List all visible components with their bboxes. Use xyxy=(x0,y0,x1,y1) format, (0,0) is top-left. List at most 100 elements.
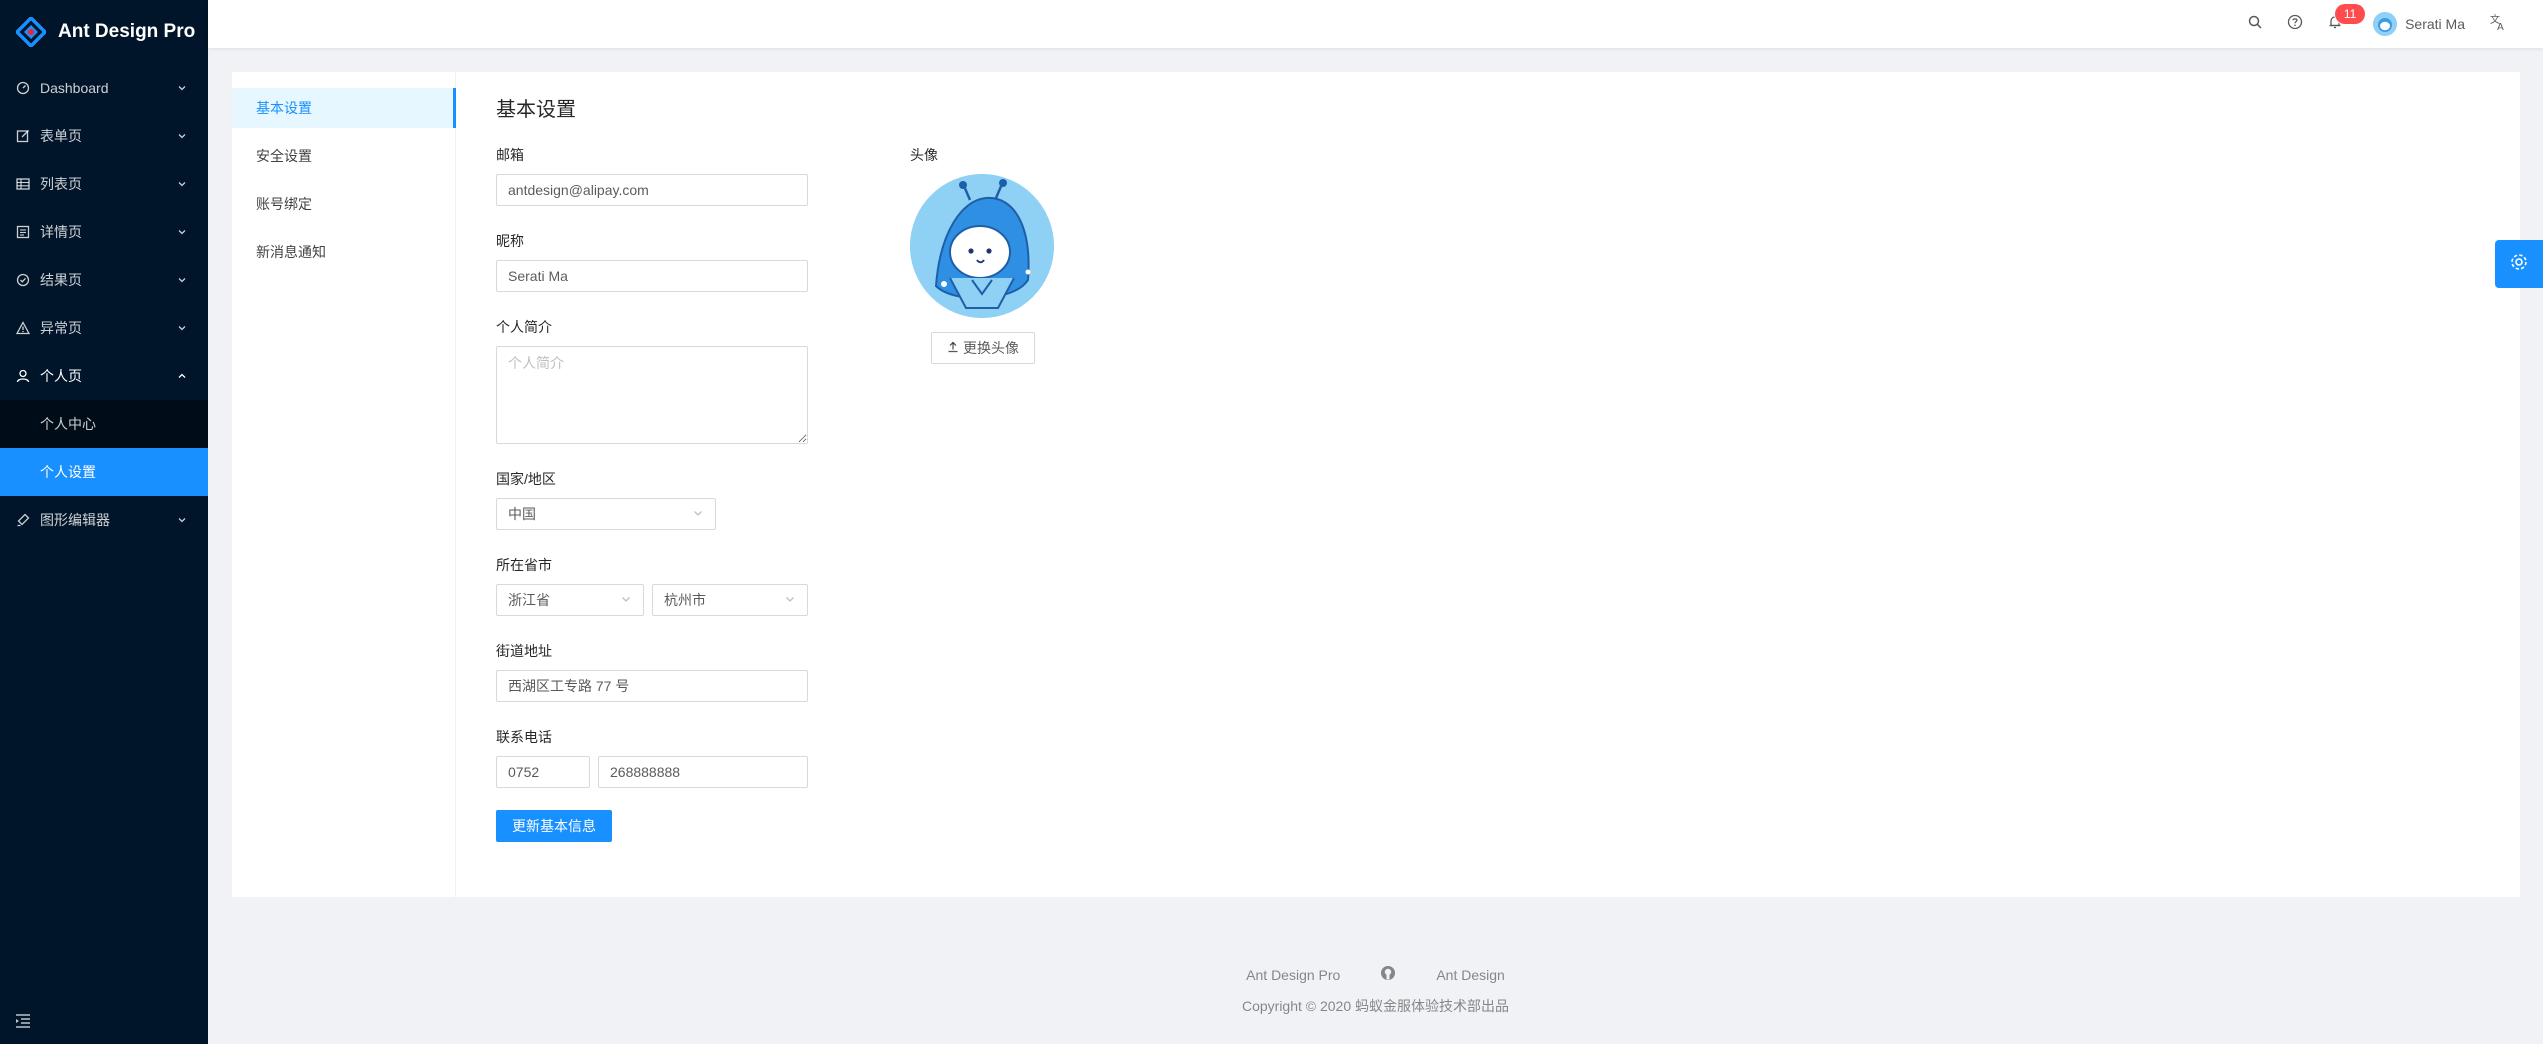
sidebar-item-label: 详情页 xyxy=(40,224,82,240)
change-avatar-button[interactable]: 更换头像 xyxy=(931,332,1035,364)
form-group-bio: 个人简介 xyxy=(496,316,808,444)
sidebar-item-editor[interactable]: 图形编辑器 xyxy=(0,496,208,544)
github-icon[interactable] xyxy=(1380,965,1396,984)
email-field[interactable]: antdesign@alipay.com xyxy=(496,174,808,206)
address-field[interactable]: 西湖区工专路 77 号 xyxy=(496,670,808,702)
sidebar-item-account-settings[interactable]: 个人设置 xyxy=(0,448,208,496)
sidebar-item-label: 个人设置 xyxy=(40,464,96,480)
province-select[interactable]: 浙江省 xyxy=(496,584,644,616)
phone-area-field[interactable]: 0752 xyxy=(496,756,590,788)
translation-icon[interactable]: 文A xyxy=(2489,13,2507,36)
avatar xyxy=(2373,12,2398,36)
header-notifications[interactable]: 11 xyxy=(2315,0,2366,48)
question-circle-icon[interactable] xyxy=(2287,14,2303,35)
user-icon xyxy=(16,369,30,383)
warning-icon xyxy=(16,321,30,335)
phone-label: 联系电话 xyxy=(496,729,552,745)
footer-link-pro[interactable]: Ant Design Pro xyxy=(1246,967,1340,983)
chevron-down-icon xyxy=(176,82,188,94)
chevron-down-icon xyxy=(620,589,632,611)
sidebar-item-exception[interactable]: 异常页 xyxy=(0,304,208,352)
check-circle-icon xyxy=(16,273,30,287)
country-label: 国家/地区 xyxy=(496,471,556,487)
search-icon[interactable] xyxy=(2247,14,2263,35)
sidebar-item-label: 个人中心 xyxy=(40,416,96,432)
settings-menu-item-binding[interactable]: 账号绑定 xyxy=(232,184,455,224)
form-icon xyxy=(16,129,30,143)
sidebar-item-label: 列表页 xyxy=(40,176,82,192)
phone-number-field[interactable]: 268888888 xyxy=(598,756,808,788)
sidebar-item-profile[interactable]: 详情页 xyxy=(0,208,208,256)
avatar-image xyxy=(910,174,1054,318)
settings-menu: 基本设置 安全设置 账号绑定 新消息通知 xyxy=(232,72,456,897)
chevron-down-icon xyxy=(176,274,188,286)
city-select-value: 杭州市 xyxy=(664,592,706,608)
sidebar-item-label: 表单页 xyxy=(40,128,82,144)
base-settings-form: 邮箱 antdesign@alipay.com 昵称 Serati Ma 个人简… xyxy=(496,144,808,842)
chevron-down-icon xyxy=(176,130,188,142)
form-group-province: 所在省市 浙江省 杭州市 xyxy=(496,554,808,616)
chevron-down-icon xyxy=(692,503,704,525)
logo[interactable]: Ant Design Pro xyxy=(0,0,208,64)
header-language[interactable]: 文A xyxy=(2477,0,2519,48)
sidebar-item-label: 图形编辑器 xyxy=(40,512,110,528)
chevron-down-icon xyxy=(176,178,188,190)
update-info-button[interactable]: 更新基本信息 xyxy=(496,810,612,842)
gear-icon xyxy=(2509,252,2529,277)
sidebar-item-form[interactable]: 表单页 xyxy=(0,112,208,160)
sidebar-item-list[interactable]: 列表页 xyxy=(0,160,208,208)
chevron-up-icon xyxy=(176,370,188,382)
province-label: 所在省市 xyxy=(496,557,552,573)
form-group-country: 国家/地区 中国 xyxy=(496,468,808,530)
highlight-icon xyxy=(16,513,30,527)
footer-links: Ant Design Pro Ant Design xyxy=(208,965,2543,984)
nickname-field[interactable]: Serati Ma xyxy=(496,260,808,292)
svg-text:A: A xyxy=(2497,22,2504,31)
chevron-down-icon xyxy=(176,514,188,526)
nickname-label: 昵称 xyxy=(496,233,524,249)
chevron-down-icon xyxy=(176,226,188,238)
sidebar-item-label: 结果页 xyxy=(40,272,82,288)
sidebar-menu: Dashboard 表单页 列表页 详情页 结果页 异常页 个人页 个人中心 个… xyxy=(0,64,208,544)
upload-icon xyxy=(947,340,959,356)
footer-link-antd[interactable]: Ant Design xyxy=(1436,967,1504,983)
menu-fold-icon[interactable] xyxy=(14,1012,32,1030)
header-user-menu[interactable]: Serati Ma xyxy=(2361,0,2477,48)
settings-content: 基本设置 邮箱 antdesign@alipay.com 昵称 Serati M… xyxy=(456,72,2520,897)
bio-label: 个人简介 xyxy=(496,319,552,335)
dashboard-icon xyxy=(16,81,30,95)
global-footer: Ant Design Pro Ant Design Copyright © 20… xyxy=(208,965,2543,1016)
country-select[interactable]: 中国 xyxy=(496,498,716,530)
sidebar-item-account-center[interactable]: 个人中心 xyxy=(0,400,208,448)
sidebar-item-label: 异常页 xyxy=(40,320,82,336)
sidebar: Ant Design Pro Dashboard 表单页 列表页 详情页 结果页… xyxy=(0,0,208,1044)
bio-textarea[interactable] xyxy=(496,346,808,444)
avatar-section: 头像 更换头像 xyxy=(910,144,1060,364)
ant-design-logo-icon xyxy=(14,15,48,49)
settings-menu-item-security[interactable]: 安全设置 xyxy=(232,136,455,176)
user-name: Serati Ma xyxy=(2405,16,2465,32)
address-label: 街道地址 xyxy=(496,643,552,659)
sidebar-item-result[interactable]: 结果页 xyxy=(0,256,208,304)
country-select-value: 中国 xyxy=(508,506,536,522)
account-submenu: 个人中心 个人设置 xyxy=(0,400,208,496)
global-header: 11 Serati Ma 文A xyxy=(208,0,2543,48)
form-group-address: 街道地址 西湖区工专路 77 号 xyxy=(496,640,808,702)
change-avatar-label: 更换头像 xyxy=(963,340,1019,356)
header-search[interactable] xyxy=(2235,0,2275,48)
city-select[interactable]: 杭州市 xyxy=(652,584,808,616)
app-title: Ant Design Pro xyxy=(58,21,196,42)
sidebar-item-label: Dashboard xyxy=(40,80,109,96)
form-group-phone: 联系电话 0752 268888888 xyxy=(496,726,808,788)
setting-drawer-button[interactable] xyxy=(2495,240,2543,288)
settings-menu-item-notification[interactable]: 新消息通知 xyxy=(232,232,455,272)
settings-menu-item-base[interactable]: 基本设置 xyxy=(232,88,456,128)
sidebar-item-dashboard[interactable]: Dashboard xyxy=(0,64,208,112)
form-group-nickname: 昵称 Serati Ma xyxy=(496,230,808,292)
province-select-value: 浙江省 xyxy=(508,592,550,608)
header-help[interactable] xyxy=(2275,0,2315,48)
profile-icon xyxy=(16,225,30,239)
form-group-email: 邮箱 antdesign@alipay.com xyxy=(496,144,808,206)
sidebar-item-account[interactable]: 个人页 xyxy=(0,352,208,400)
page-title: 基本设置 xyxy=(496,99,576,121)
